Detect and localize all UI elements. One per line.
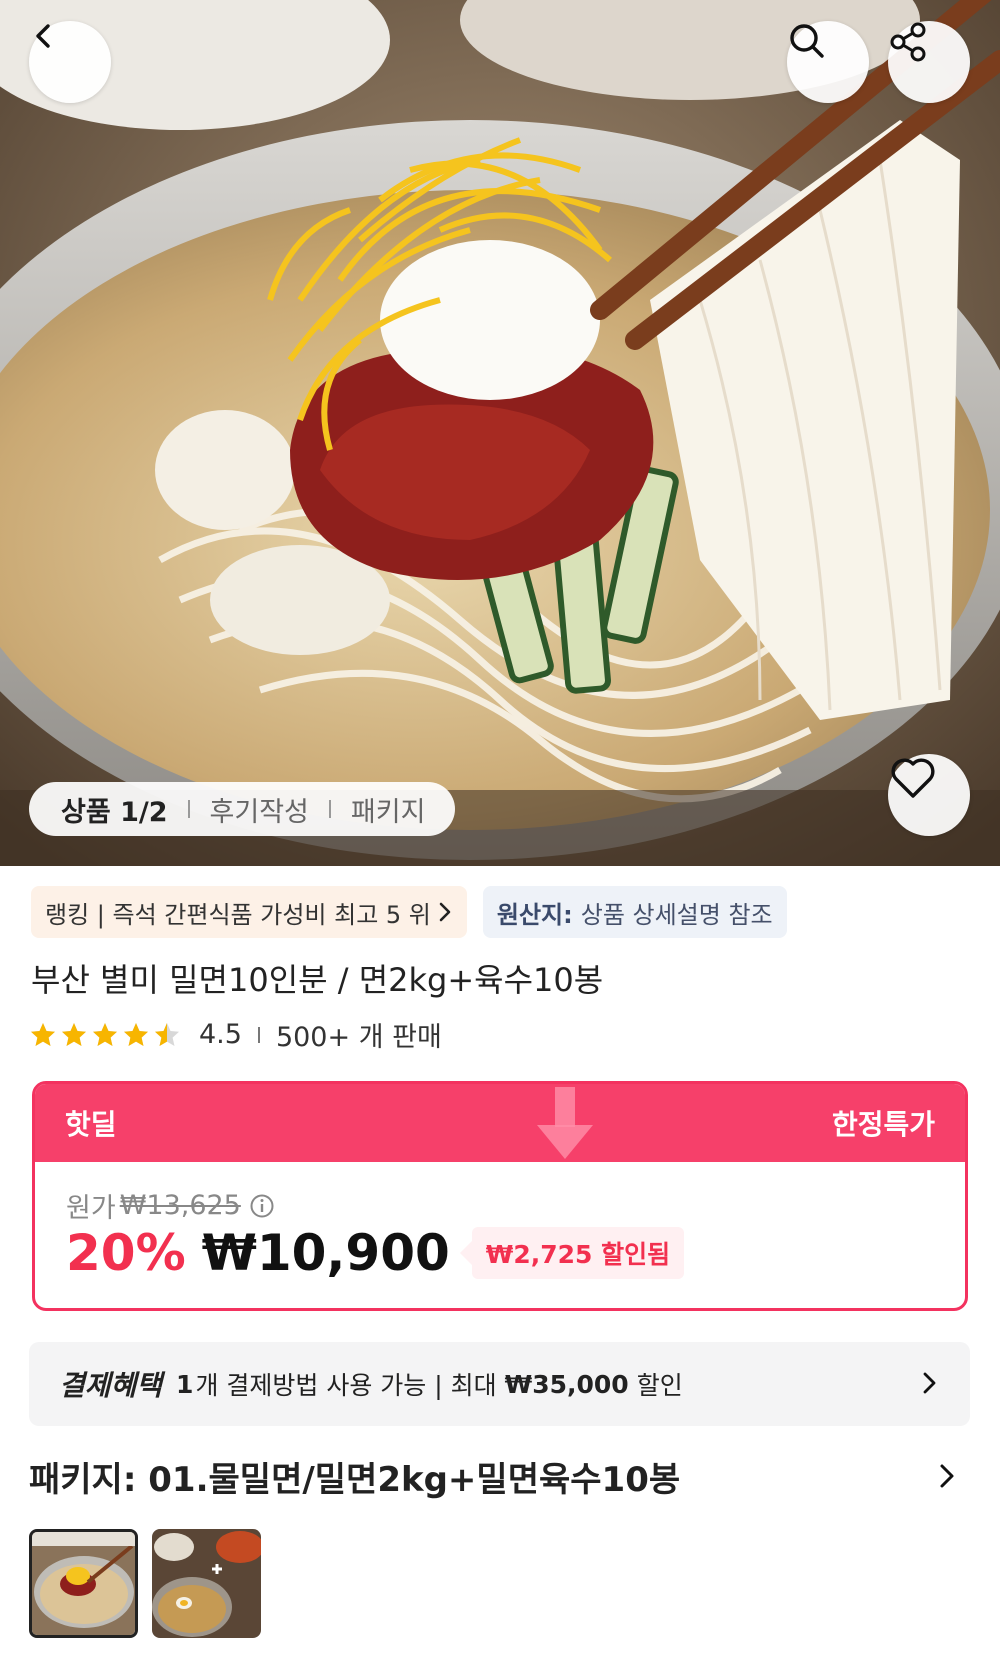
divider [328,800,331,818]
star-icon [124,1022,148,1046]
origin-label: 원산지: [496,900,573,929]
original-price-row: 원가 ₩13,625 [66,1186,275,1225]
rating-value: 4.5 [199,1019,242,1050]
origin-value: 상품 상세설명 참조 [580,900,773,929]
chevron-right-icon [439,902,451,922]
star-icon [62,1022,86,1046]
star-icon [31,1022,55,1046]
max-discount-amount: ₩35,000 [504,1369,629,1399]
original-price-label: 원가 [66,1193,116,1224]
limited-deal-tag: 한정특가 [831,1108,935,1141]
discount-amount-badge: ₩2,725 할인됨 [459,1227,685,1279]
package-thumbnails [29,1529,261,1638]
price-row: 20% ₩10,900 ₩2,725 할인됨 [66,1224,685,1282]
product-image-carousel[interactable]: 상품 1/2 후기작성 패키지 [0,0,1000,866]
product-photo [0,0,1000,866]
star-icon [155,1022,179,1046]
search-icon [790,24,824,58]
search-button[interactable] [787,21,869,103]
rating-stars [29,1021,181,1049]
back-button[interactable] [29,21,111,103]
discount-percent: 20% [66,1224,186,1282]
sale-price: ₩10,900 [201,1224,450,1282]
original-price: ₩13,625 [119,1190,241,1221]
thumbnail-image [32,1532,135,1635]
payment-benefit-label: 결제혜택 [59,1369,163,1402]
hot-deal-card: 핫딜 한정특가 원가 ₩13,625 20% ₩10,900 ₩2,725 할인… [32,1081,968,1311]
sold-count: 500+ 개 판매 [275,1022,442,1053]
down-arrow-icon [537,1087,593,1159]
product-title: 부산 별미 밀면10인분 / 면2kg+육수10봉 [31,961,604,999]
share-icon [890,22,926,62]
image-tabs: 상품 1/2 후기작성 패키지 [29,782,456,836]
chevron-right-icon [923,1372,936,1394]
payment-benefit-row[interactable]: 결제혜택 1 개 결제방법 사용 가능 | 최대 ₩35,000 할인 [29,1342,970,1426]
badge-row: 랭킹 | 즉석 간편식품 가성비 최고 5 위 원산지: 상품 상세설명 참조 [31,886,787,938]
star-icon [93,1022,117,1046]
rating-row[interactable]: 4.5 500+ 개 판매 [29,1015,442,1054]
info-icon[interactable] [249,1193,275,1219]
ranking-badge[interactable]: 랭킹 | 즉석 간편식품 가성비 최고 5 위 [31,886,467,938]
share-button[interactable] [888,21,970,103]
divider [257,1026,260,1043]
package-selector-label[interactable]: 패키지: 01.물밀면/밀면2kg+밀면육수10봉 [29,1452,680,1501]
chevron-left-icon [36,24,50,48]
package-thumbnail-2[interactable] [152,1529,261,1638]
divider [187,800,190,818]
tab-reviews[interactable]: 후기작성 [210,790,309,829]
thumbnail-image [152,1529,261,1638]
heart-icon [891,758,935,798]
chevron-right-icon[interactable] [938,1462,956,1490]
payment-benefit-text: 개 결제방법 사용 가능 | 최대 [195,1371,497,1400]
origin-badge: 원산지: 상품 상세설명 참조 [482,886,787,938]
ranking-text: 랭킹 | 즉석 간편식품 가성비 최고 5 위 [45,900,431,929]
payment-benefit-suffix: 할인 [636,1371,683,1400]
hot-deal-header: 핫딜 한정특가 [35,1084,965,1162]
payment-method-count: 1 [176,1369,194,1399]
tab-product[interactable]: 상품 1/2 [61,790,168,829]
hot-deal-label: 핫딜 [65,1108,117,1141]
wishlist-button[interactable] [888,754,970,836]
package-thumbnail-1[interactable] [29,1529,138,1638]
tab-package[interactable]: 패키지 [351,790,426,829]
